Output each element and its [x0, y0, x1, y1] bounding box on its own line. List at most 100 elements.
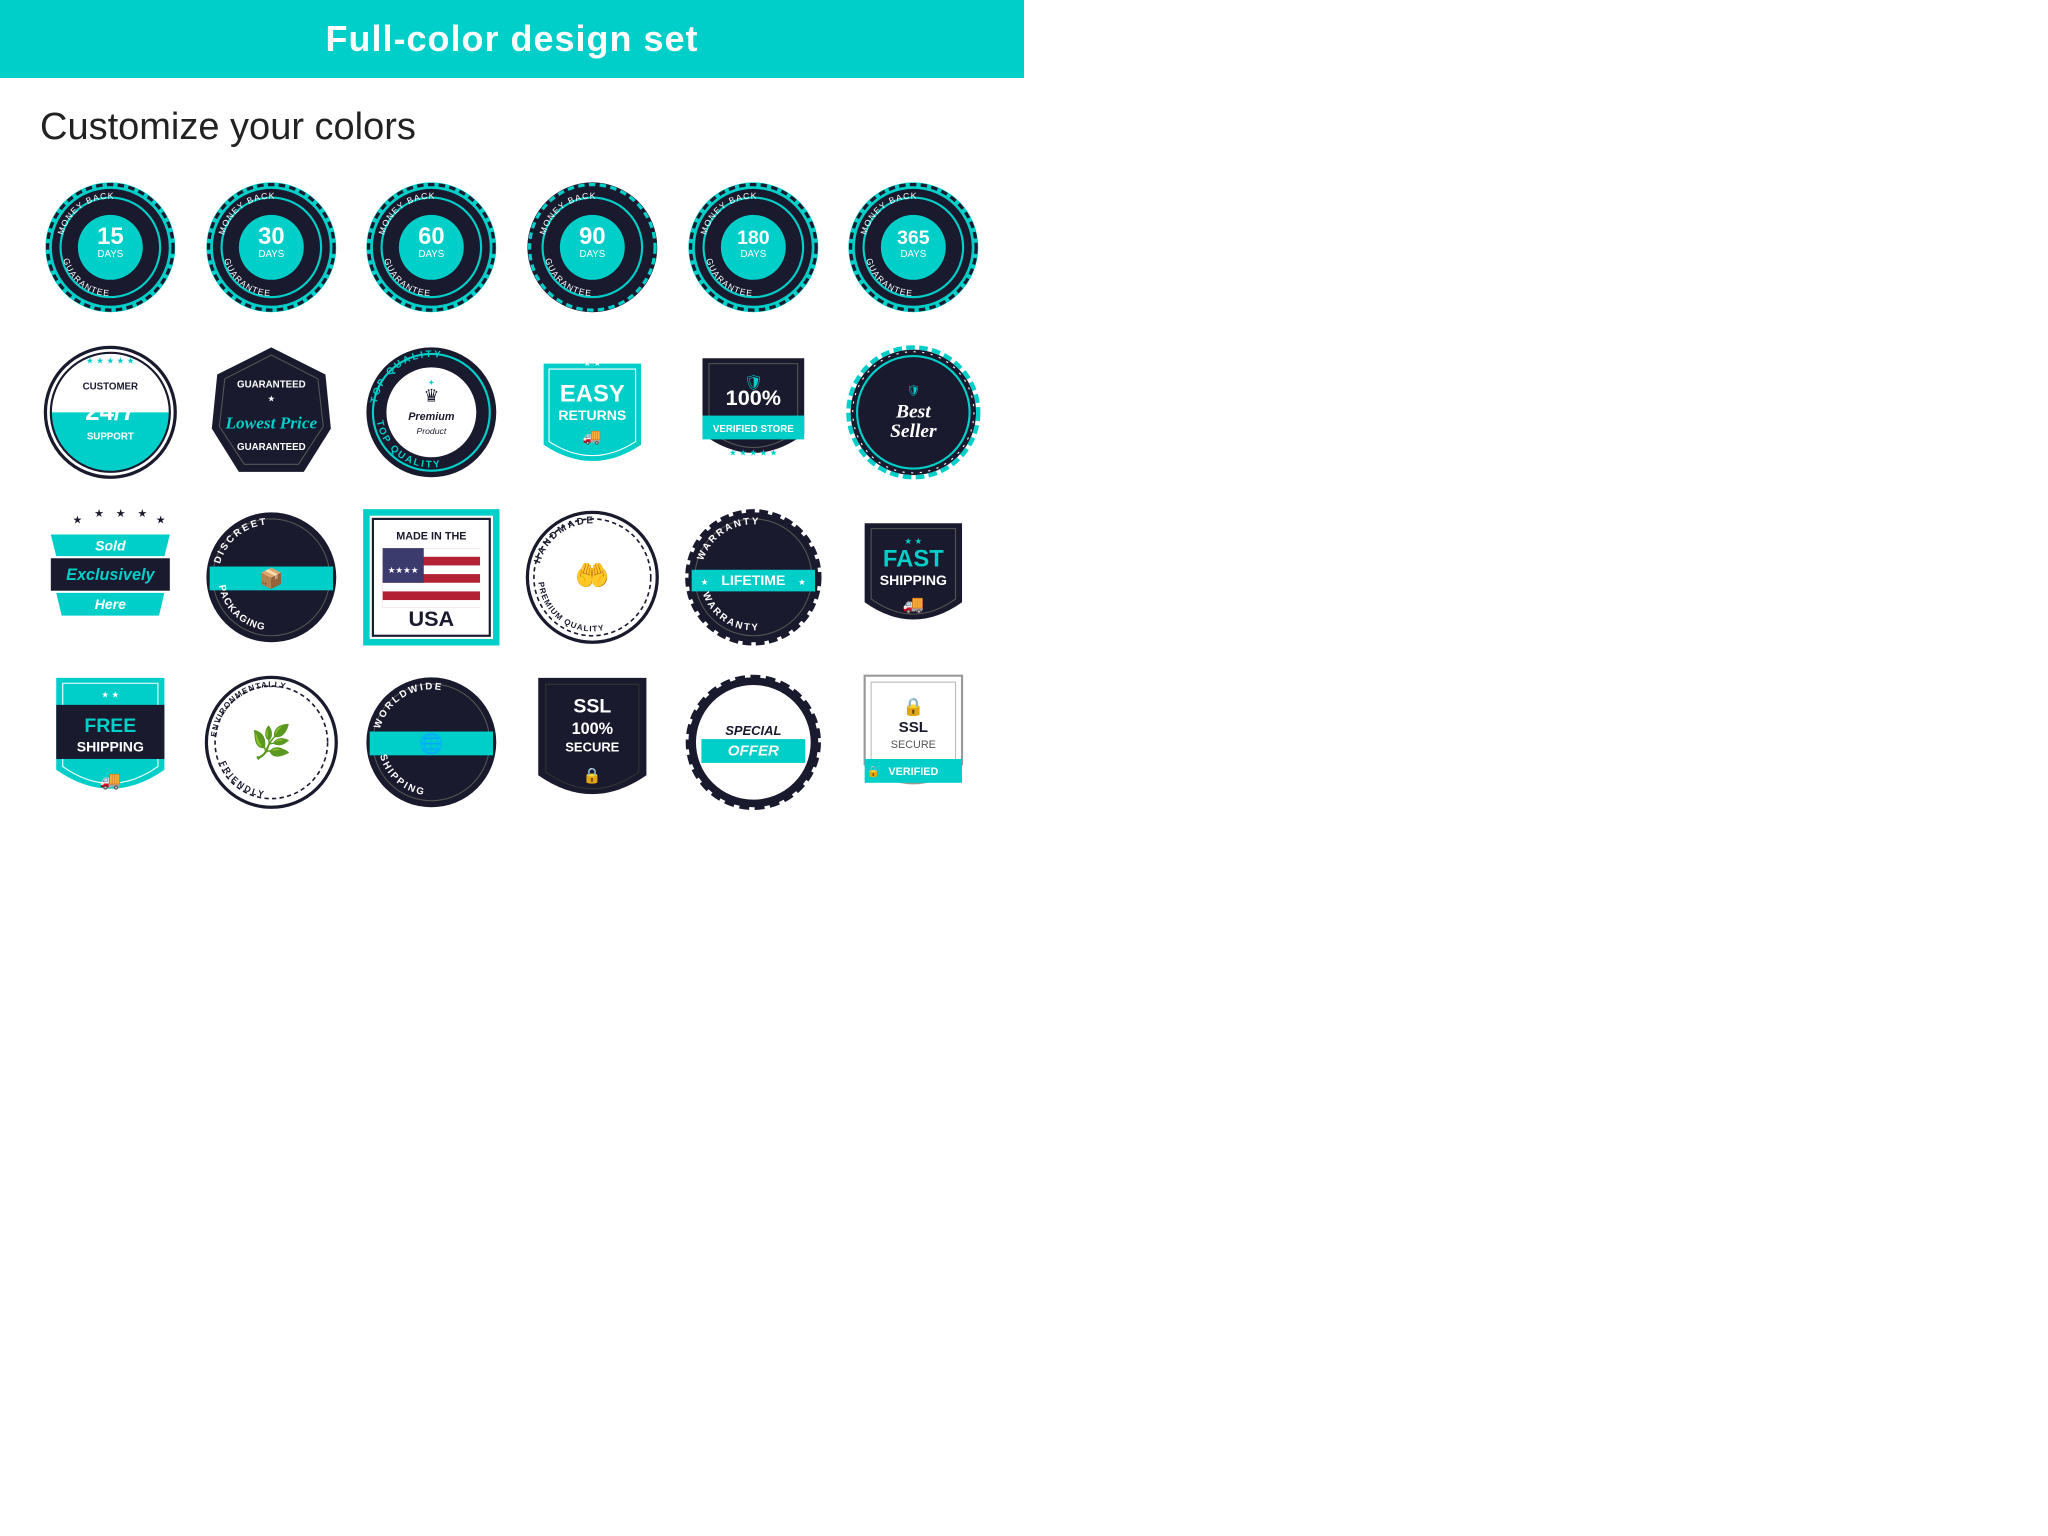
- badge-discreet-packaging: 📦 DISCREET PACKAGING: [201, 505, 342, 650]
- svg-text:DAYS: DAYS: [579, 249, 605, 260]
- svg-text:SSL: SSL: [573, 695, 611, 717]
- svg-text:✦: ✦: [428, 377, 436, 387]
- svg-text:★★★★: ★★★★: [388, 565, 419, 575]
- svg-text:🌿: 🌿: [251, 723, 291, 761]
- svg-text:FAST: FAST: [883, 546, 944, 573]
- badge-lifetime-warranty: ★ ★ LIFETIME WARRANTY WARRANTY: [683, 505, 824, 650]
- svg-text:EASY: EASY: [560, 381, 625, 408]
- svg-text:GUARANTEED: GUARANTEED: [237, 380, 306, 391]
- svg-text:SECURE: SECURE: [891, 739, 936, 751]
- page-title: Full-color design set: [0, 18, 1024, 60]
- svg-text:★: ★: [156, 514, 166, 526]
- svg-text:★: ★: [94, 508, 104, 520]
- svg-text:Lowest Price: Lowest Price: [224, 414, 317, 433]
- svg-text:VERIFIED: VERIFIED: [889, 766, 939, 778]
- svg-text:★: ★: [798, 577, 806, 587]
- svg-text:GUARANTEED: GUARANTEED: [237, 442, 306, 453]
- svg-text:365: 365: [897, 227, 930, 249]
- svg-text:🚚: 🚚: [583, 429, 602, 446]
- badge-sold-exclusively: ★ ★ ★ ★ ★ Sold Exclusively Here: [40, 505, 181, 650]
- svg-text:SHIPPING: SHIPPING: [880, 572, 947, 588]
- svg-text:🌐: 🌐: [420, 732, 444, 755]
- svg-text:USA: USA: [409, 606, 455, 631]
- svg-text:📦: 📦: [259, 567, 283, 590]
- badge-money-back-90: 90 DAYS MONEY BACK GUARANTEE: [522, 175, 663, 320]
- svg-text:🚚: 🚚: [100, 770, 122, 790]
- badge-money-back-60: 60 DAYS MONEY BACK GUARANTEE: [361, 175, 502, 320]
- svg-text:🔒: 🔒: [583, 767, 602, 784]
- svg-text:DAYS: DAYS: [740, 249, 766, 260]
- badge-verified-store: 🛡 100% VERIFIED STORE ★ ★ ★ ★ ★: [683, 340, 824, 485]
- badge-made-in-usa: MADE IN THE ★★★★ USA: [361, 505, 502, 650]
- badge-top-quality: ♛ Premium Product TOP QUALITY TOP QUALIT…: [361, 340, 502, 485]
- svg-text:🤲: 🤲: [575, 560, 610, 591]
- badges-grid: 15 DAYS MONEY BACK GUARANTEE 30 DAYS: [0, 165, 1024, 845]
- svg-text:SSL: SSL: [899, 719, 928, 736]
- svg-text:VERIFIED STORE: VERIFIED STORE: [713, 424, 794, 435]
- svg-text:★ ★ ★ ★ ★: ★ ★ ★ ★ ★: [86, 356, 135, 366]
- svg-text:LIFETIME: LIFETIME: [721, 572, 785, 588]
- svg-text:Best: Best: [895, 402, 931, 423]
- svg-text:Product: Product: [417, 426, 447, 436]
- svg-text:Premium: Premium: [409, 411, 456, 423]
- svg-text:★: ★: [72, 514, 82, 526]
- svg-text:MADE IN THE: MADE IN THE: [397, 531, 467, 543]
- svg-text:★ ★ ★ ★ ★: ★ ★ ★ ★ ★: [86, 455, 135, 465]
- badge-money-back-365: 365 DAYS MONEY BACK GUARANTEE: [843, 175, 984, 320]
- badge-fast-shipping: ★ ★ FAST SHIPPING 🚚: [843, 505, 984, 650]
- svg-text:90: 90: [579, 223, 605, 250]
- svg-text:24/7: 24/7: [85, 396, 136, 426]
- svg-text:DAYS: DAYS: [901, 249, 927, 260]
- badge-money-back-15: 15 DAYS MONEY BACK GUARANTEE: [40, 175, 181, 320]
- svg-text:★ ★: ★ ★: [583, 358, 601, 368]
- badge-ssl-secure: SSL 100% SECURE 🔒: [522, 670, 663, 815]
- svg-text:Seller: Seller: [890, 421, 937, 442]
- svg-text:★: ★: [116, 508, 126, 520]
- svg-text:★: ★: [267, 394, 275, 404]
- badge-best-seller: 🛡 Best Seller: [843, 340, 984, 485]
- svg-text:60: 60: [418, 223, 444, 250]
- badge-customer-support: ★ ★ ★ ★ ★ CUSTOMER 24/7 SUPPORT ★ ★ ★ ★ …: [40, 340, 181, 485]
- svg-text:SUPPORT: SUPPORT: [87, 432, 134, 443]
- svg-text:★: ★: [700, 577, 708, 587]
- badge-lowest-price: GUARANTEED ★ Lowest Price GUARANTEED: [201, 340, 342, 485]
- svg-text:RETURNS: RETURNS: [558, 407, 626, 423]
- svg-text:Here: Here: [95, 596, 126, 612]
- badge-eco-friendly: 🌿 ENVIRONMENTALLY FRIENDLY: [201, 670, 342, 815]
- svg-text:30: 30: [258, 223, 284, 250]
- svg-text:🔒: 🔒: [903, 696, 925, 716]
- svg-text:★ ★ ★ ★ ★: ★ ★ ★ ★ ★: [729, 448, 778, 458]
- svg-text:🛡: 🛡: [907, 384, 921, 397]
- svg-text:CUSTOMER: CUSTOMER: [83, 382, 138, 393]
- badge-money-back-30: 30 DAYS MONEY BACK GUARANTEE: [201, 175, 342, 320]
- subtitle: Customize your colors: [0, 78, 1024, 165]
- svg-text:DAYS: DAYS: [419, 249, 445, 260]
- svg-text:SHIPPING: SHIPPING: [77, 738, 144, 754]
- svg-text:100%: 100%: [572, 720, 613, 738]
- svg-text:DAYS: DAYS: [97, 249, 123, 260]
- svg-text:FREE: FREE: [84, 715, 136, 737]
- page-header: Full-color design set: [0, 0, 1024, 78]
- svg-text:★: ★: [137, 508, 147, 520]
- svg-text:SECURE: SECURE: [565, 739, 619, 754]
- badge-worldwide-shipping: 🌐 WORLDWIDE SHIPPING: [361, 670, 502, 815]
- svg-text:Exclusively: Exclusively: [66, 566, 155, 584]
- badge-free-shipping: ★ ★ FREE SHIPPING 🚚: [40, 670, 181, 815]
- svg-text:🔒: 🔒: [867, 765, 880, 778]
- svg-text:🚚: 🚚: [903, 594, 925, 614]
- badge-special-offer: SPECIAL OFFER: [683, 670, 824, 815]
- svg-text:100%: 100%: [725, 385, 780, 410]
- svg-text:180: 180: [737, 227, 770, 249]
- svg-text:★ ★: ★ ★: [905, 536, 923, 546]
- badge-money-back-180: 180 DAYS MONEY BACK GUARANTEE: [683, 175, 824, 320]
- badge-easy-returns: ★ ★ EASY RETURNS 🚚: [522, 340, 663, 485]
- badge-ssl-verified: 🔒 SSL SECURE VERIFIED 🔒: [843, 670, 984, 815]
- svg-text:15: 15: [97, 223, 123, 250]
- svg-text:Sold: Sold: [95, 537, 126, 553]
- svg-text:♛: ♛: [424, 386, 440, 406]
- svg-text:★ ★: ★ ★: [101, 689, 119, 699]
- svg-text:OFFER: OFFER: [727, 742, 778, 759]
- svg-text:SPECIAL: SPECIAL: [725, 723, 781, 738]
- svg-text:DAYS: DAYS: [258, 249, 284, 260]
- badge-handmade: 🤲 HANDMADE PREMIUM QUALITY: [522, 505, 663, 650]
